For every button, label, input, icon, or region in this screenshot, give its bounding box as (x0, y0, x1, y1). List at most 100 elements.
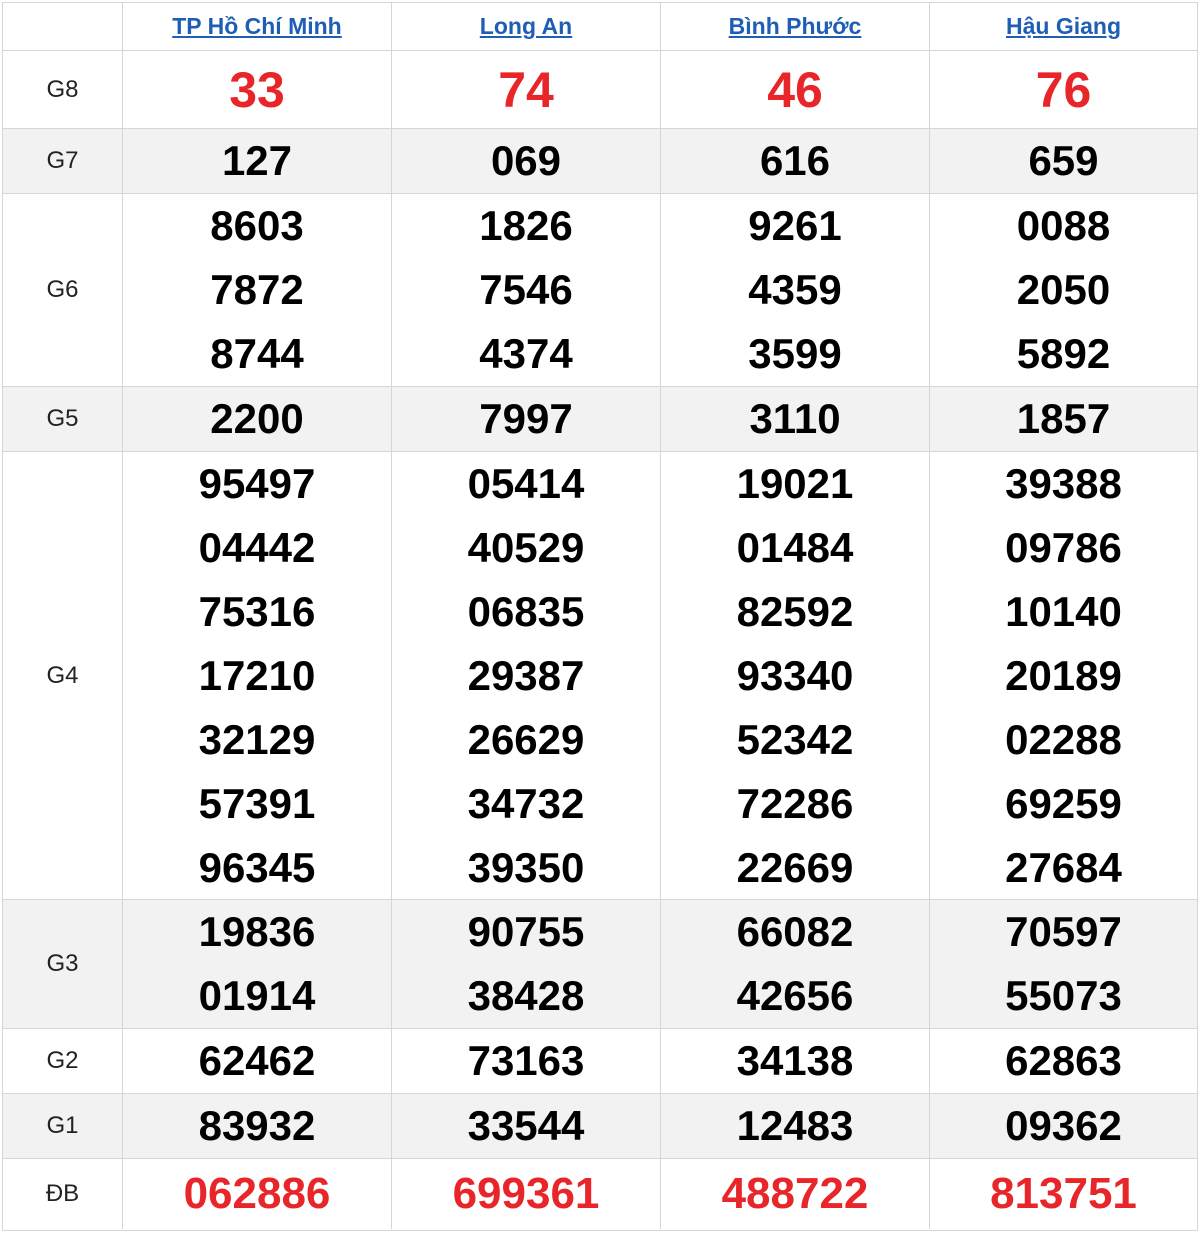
prize-row-g1: G1 83932 33544 12483 09362 (3, 1094, 1197, 1159)
prize-label-cell: G1 (3, 1094, 123, 1158)
result-cell: 8603 7872 8744 (123, 194, 392, 386)
result-number: 83932 (198, 1102, 316, 1149)
prize-label-cell: G6 (3, 194, 123, 386)
result-cell: 062886 (123, 1159, 392, 1229)
province-link[interactable]: Hậu Giang (1006, 13, 1121, 40)
prize-row-g3: G3 19836 01914 90755 38428 66082 42656 70597 550… (3, 900, 1197, 1029)
prize-label: G4 (46, 661, 79, 689)
special-prize-number: 062886 (183, 1169, 331, 1218)
result-cell: 19836 01914 (123, 900, 392, 1028)
result-number: 659 (1028, 137, 1099, 184)
result-number: 38428 (467, 972, 585, 1019)
special-prize-number: 699361 (452, 1169, 600, 1218)
result-cell: 66082 42656 (661, 900, 930, 1028)
result-number: 4359 (748, 266, 842, 313)
prize-label: G1 (46, 1112, 79, 1139)
prize-row-g7: G7 127 069 616 659 (3, 129, 1197, 194)
result-number: 0088 (1016, 202, 1111, 249)
result-cell: 1826 7546 4374 (392, 194, 661, 386)
result-number: 7872 (210, 266, 304, 313)
prize-label-cell: G5 (3, 387, 123, 451)
result-number: 27684 (1005, 843, 1122, 891)
result-number: 55073 (1005, 972, 1122, 1019)
result-number: 5892 (1016, 330, 1111, 377)
result-cell: 33 (123, 51, 392, 128)
result-cell: 0088 2050 5892 (930, 194, 1197, 386)
result-cell: 1857 (930, 387, 1197, 451)
prize-label: G8 (46, 75, 79, 103)
result-number: 93340 (736, 651, 854, 699)
result-cell: 19021 01484 82592 93340 52342 72286 22669 (661, 452, 930, 899)
result-number: 29387 (467, 651, 585, 699)
prize-label-cell: G7 (3, 129, 123, 193)
result-number: 01914 (198, 972, 316, 1019)
result-cell: 76 (930, 51, 1197, 128)
prize-label: G7 (46, 147, 79, 174)
result-number: 04442 (198, 523, 316, 571)
result-cell: 90755 38428 (392, 900, 661, 1028)
prize-label-cell: G4 (3, 452, 123, 899)
prize-row-đb: ĐB 062886 699361 488722 813751 (3, 1159, 1197, 1229)
result-cell: 05414 40529 06835 29387 26629 34732 39350 (392, 452, 661, 899)
result-cell: 3110 (661, 387, 930, 451)
result-cell: 34138 (661, 1029, 930, 1093)
result-number: 2050 (1016, 266, 1111, 313)
result-number: 57391 (198, 779, 316, 827)
prize-label: ĐB (45, 1180, 80, 1207)
result-cell: 7997 (392, 387, 661, 451)
result-number: 8744 (210, 330, 304, 377)
result-number: 17210 (198, 651, 316, 699)
result-cell: 09362 (930, 1094, 1197, 1158)
province-link[interactable]: Bình Phước (729, 13, 862, 40)
result-number: 33 (229, 61, 285, 118)
result-cell: 616 (661, 129, 930, 193)
result-number: 72286 (736, 779, 854, 827)
prize-label: G5 (46, 405, 79, 432)
province-link[interactable]: TP Hồ Chí Minh (172, 13, 342, 40)
result-number: 22669 (736, 843, 854, 891)
result-cell: 9261 4359 3599 (661, 194, 930, 386)
result-number: 12483 (736, 1102, 854, 1149)
result-number: 19021 (736, 459, 854, 507)
result-number: 52342 (736, 715, 854, 763)
result-number: 73163 (467, 1037, 585, 1084)
province-link[interactable]: Long An (480, 13, 572, 40)
result-cell: 699361 (392, 1159, 661, 1229)
result-cell: 73163 (392, 1029, 661, 1093)
special-prize-number: 488722 (721, 1169, 869, 1218)
result-number: 66082 (736, 908, 854, 955)
result-number: 7997 (479, 395, 573, 442)
result-number: 9261 (748, 202, 842, 249)
result-cell: 127 (123, 129, 392, 193)
result-cell: 95497 04442 75316 17210 32129 57391 96345 (123, 452, 392, 899)
result-cell: 813751 (930, 1159, 1197, 1229)
result-number: 82592 (736, 587, 854, 635)
header-cell: Long An (392, 3, 661, 50)
result-number: 39350 (467, 843, 585, 891)
prize-label: G6 (46, 276, 79, 303)
result-number: 06835 (467, 587, 585, 635)
result-number: 20189 (1005, 651, 1122, 699)
result-cell: 83932 (123, 1094, 392, 1158)
prize-row-g8: G8 33 74 46 76 (3, 51, 1197, 129)
prize-label-cell: ĐB (3, 1159, 123, 1229)
prize-label-cell: G3 (3, 900, 123, 1028)
header-cell: Bình Phước (661, 3, 930, 50)
result-number: 3599 (748, 330, 842, 377)
special-prize-number: 813751 (990, 1169, 1137, 1218)
result-number: 76 (1035, 61, 1092, 118)
result-number: 26629 (467, 715, 585, 763)
prize-label: G3 (46, 950, 79, 977)
result-number: 69259 (1005, 779, 1122, 827)
result-number: 90755 (467, 908, 585, 955)
result-cell: 12483 (661, 1094, 930, 1158)
header-row: TP Hồ Chí Minh Long An Bình Phước Hậu Giang (3, 3, 1197, 51)
result-number: 02288 (1005, 715, 1122, 763)
result-number: 1826 (479, 202, 573, 249)
result-number: 09362 (1005, 1102, 1122, 1149)
result-number: 74 (498, 61, 554, 118)
result-number: 4374 (479, 330, 573, 377)
result-number: 10140 (1005, 587, 1122, 635)
result-cell: 2200 (123, 387, 392, 451)
result-number: 34138 (736, 1037, 854, 1084)
